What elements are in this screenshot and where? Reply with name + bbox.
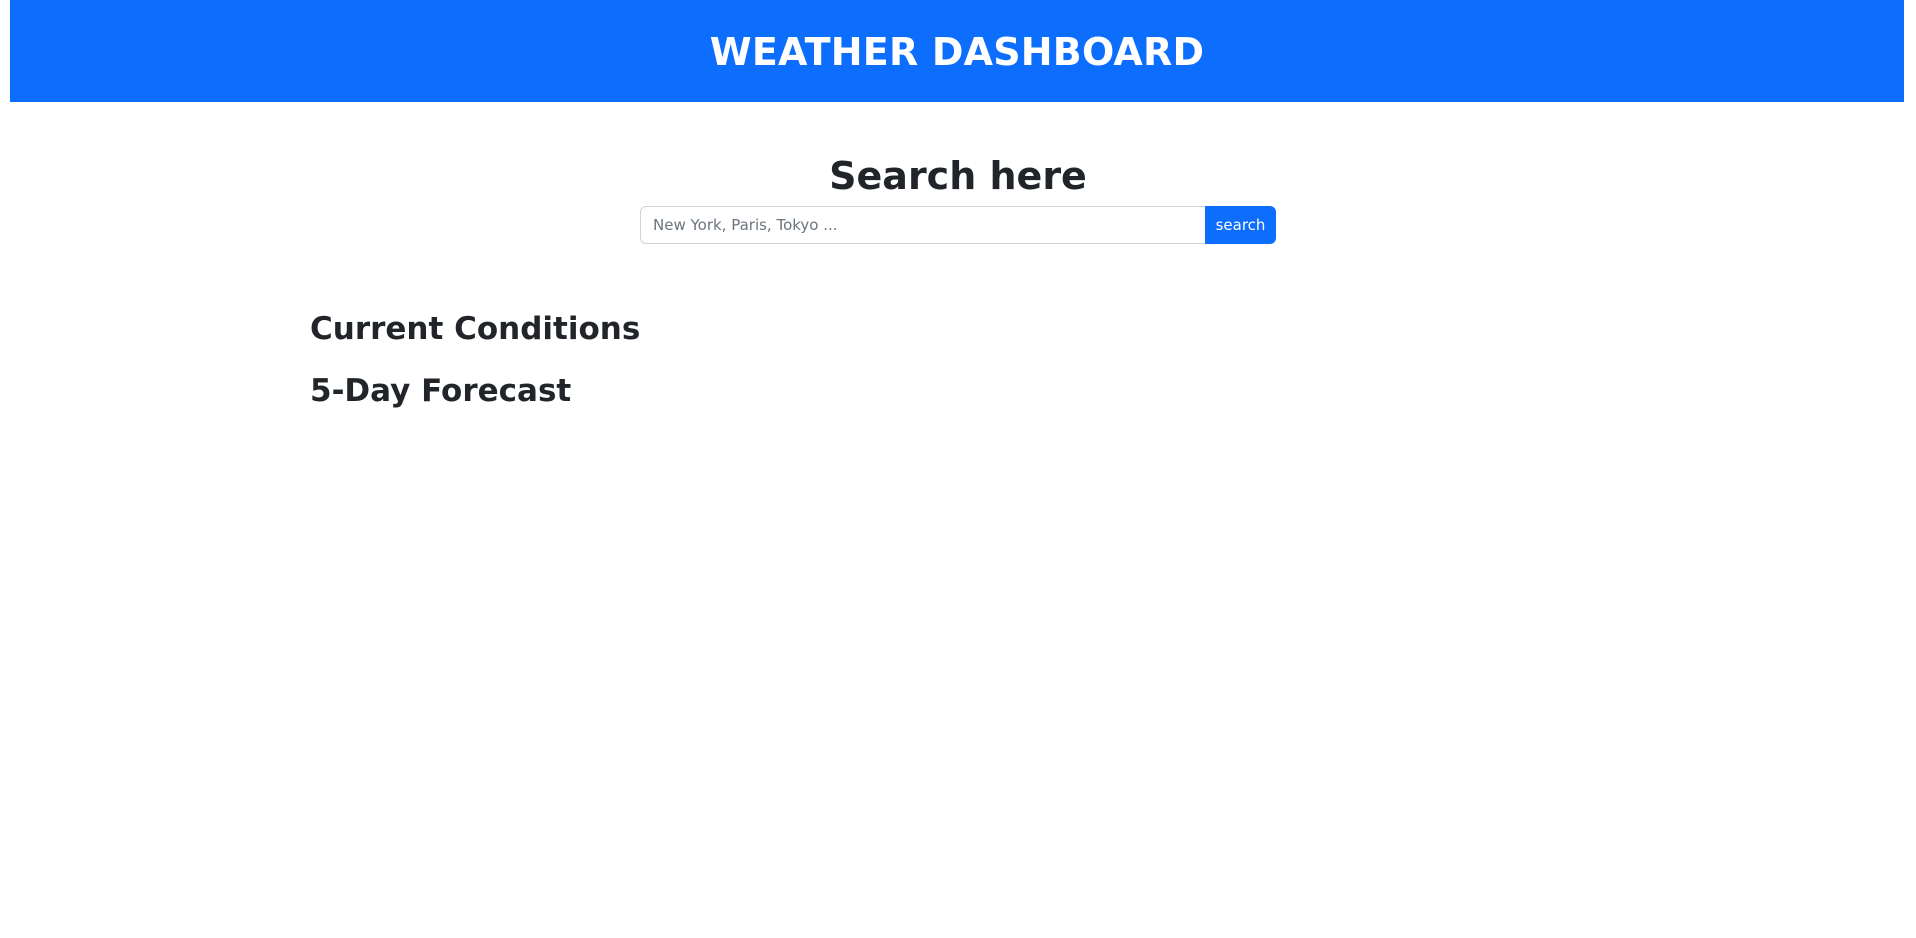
forecast-heading: 5-Day Forecast <box>310 373 572 409</box>
search-heading: Search here <box>829 154 1087 198</box>
search-group: search <box>640 206 1276 244</box>
app-title: WEATHER DASHBOARD <box>709 30 1205 74</box>
search-input[interactable] <box>640 206 1205 244</box>
app-header: WEATHER DASHBOARD <box>10 0 1904 102</box>
search-section: Search here search <box>0 150 1916 244</box>
search-button[interactable]: search <box>1205 206 1276 244</box>
current-conditions-heading: Current Conditions <box>310 311 641 347</box>
